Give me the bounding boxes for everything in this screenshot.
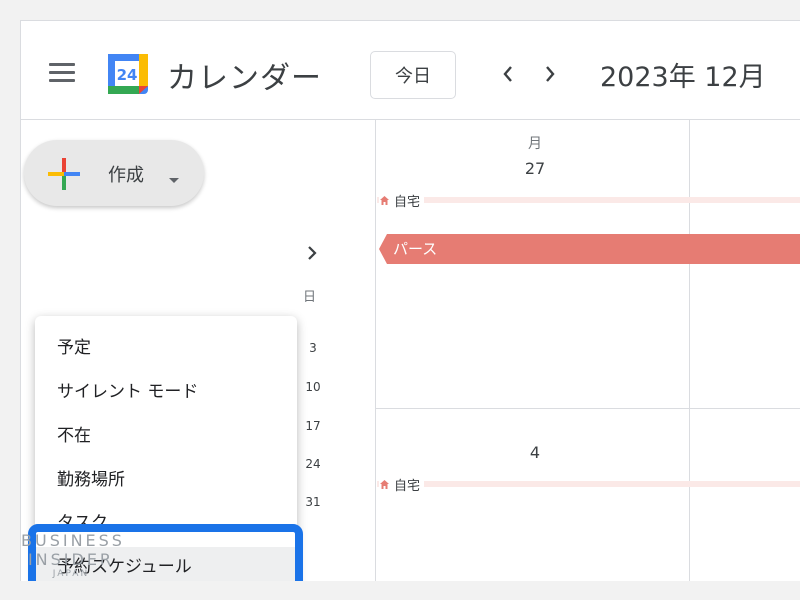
menu-item-out-of-office[interactable]: 不在	[35, 416, 297, 456]
hamburger-menu-icon[interactable]	[49, 63, 75, 83]
mini-calendar-column-label: 日	[303, 290, 317, 305]
chevron-right-icon[interactable]	[539, 61, 561, 87]
home-icon	[380, 479, 389, 489]
app-window: 24 カレンダー 今日 2023年 12月 作成 日 3 10 17 24 31…	[20, 20, 800, 581]
mini-calendar-day[interactable]: 10	[301, 380, 325, 394]
app-title: カレンダー	[167, 61, 322, 96]
mini-calendar-day[interactable]: 31	[301, 495, 325, 509]
day-name: 月	[528, 136, 542, 152]
event-continuation-arrow	[379, 234, 387, 264]
create-label: 作成	[108, 165, 144, 186]
working-location-chip[interactable]: 自宅	[379, 475, 425, 494]
watermark: BUSINESS INSIDER JAPAN	[21, 531, 125, 579]
logo-number: 24	[117, 66, 138, 84]
grid-divider	[689, 120, 690, 581]
working-location-chip[interactable]: 自宅	[379, 191, 425, 210]
working-location-bar	[377, 197, 800, 203]
chevron-left-icon[interactable]	[497, 61, 519, 87]
event-bar[interactable]: パース	[387, 234, 800, 264]
working-location-label: 自宅	[394, 194, 421, 210]
menu-item-working-location[interactable]: 勤務場所	[35, 460, 297, 500]
grid-divider	[375, 408, 800, 409]
create-button[interactable]: 作成	[24, 140, 204, 206]
mini-calendar-day[interactable]: 17	[301, 419, 325, 433]
menu-item-focus-mode[interactable]: サイレント モード	[35, 372, 297, 412]
watermark-line: INSIDER	[27, 550, 115, 569]
mini-calendar-day[interactable]: 24	[301, 457, 325, 471]
home-icon	[380, 195, 389, 205]
day-number[interactable]: 4	[515, 443, 555, 462]
sidebar: 作成 日 3 10 17 24 31 予定 サイレント モード 不在 勤務場所 …	[21, 120, 375, 581]
working-location-label: 自宅	[394, 478, 421, 494]
today-button[interactable]: 今日	[370, 51, 456, 99]
watermark-line: JAPAN	[52, 569, 90, 579]
mini-calendar-day[interactable]: 3	[301, 341, 325, 355]
menu-item-event[interactable]: 予定	[35, 328, 297, 368]
top-bar: 24 カレンダー 今日 2023年 12月	[21, 21, 800, 120]
google-calendar-logo-icon[interactable]: 24	[107, 52, 149, 96]
grid-divider	[375, 120, 376, 581]
mini-calendar-next-icon[interactable]	[306, 244, 318, 262]
month-title: 2023年 12月	[600, 62, 766, 93]
watermark-line: BUSINESS	[21, 531, 125, 550]
plus-icon	[46, 156, 82, 192]
calendar-grid: 月 27 自宅 パース 4 自宅	[375, 120, 800, 581]
working-location-bar	[377, 481, 800, 487]
caret-down-icon	[168, 170, 180, 183]
day-number[interactable]: 27	[515, 159, 555, 178]
